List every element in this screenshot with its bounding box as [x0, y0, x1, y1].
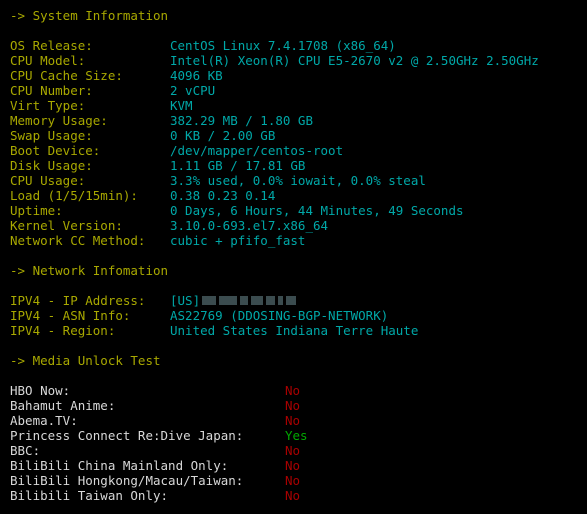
- media-unlock-row: BiliBili Hongkong/Macau/Taiwan: No: [10, 473, 587, 488]
- row-value: 3.10.0-693.el7.x86_64: [170, 218, 329, 233]
- redaction-block: [266, 296, 276, 305]
- system-info-row: Kernel Version: 3.10.0-693.el7.x86_64: [10, 218, 587, 233]
- redaction-block: [219, 296, 238, 305]
- system-info-row: Disk Usage: 1.11 GB / 17.81 GB: [10, 158, 587, 173]
- network-information-list: IPV4 - ASN Info: AS22769 (DDOSING-BGP-NET…: [10, 308, 587, 338]
- system-info-row: CPU Usage: 3.3% used, 0.0% iowait, 0.0% s…: [10, 173, 587, 188]
- row-value: 382.29 MB / 1.80 GB: [170, 113, 313, 128]
- row-value: No: [285, 398, 301, 413]
- redacted-ip-blocks: [202, 296, 297, 305]
- row-value: AS22769 (DDOSING-BGP-NETWORK): [170, 308, 389, 323]
- section-header-network: -> Network Infomation: [10, 263, 169, 278]
- terminal-screen[interactable]: -> System Information OS Release: CentOS …: [0, 0, 587, 514]
- row-value: No: [285, 383, 301, 398]
- system-info-row: Load (1/5/15min): 0.38 0.23 0.14: [10, 188, 587, 203]
- row-label: IPV4 - ASN Info:: [10, 308, 131, 323]
- redaction-block: [286, 296, 297, 305]
- network-row-ip-address: IPV4 - IP Address: [US]: [10, 293, 587, 308]
- redaction-block: [202, 296, 217, 305]
- system-info-row: Network CC Method: cubic + pfifo_fast: [10, 233, 587, 248]
- row-label: BiliBili Hongkong/Macau/Taiwan:: [10, 473, 244, 488]
- redaction-block: [251, 296, 264, 305]
- row-value: 0 KB / 2.00 GB: [170, 128, 276, 143]
- media-unlock-row: BBC: No: [10, 443, 587, 458]
- row-label: Swap Usage:: [10, 128, 93, 143]
- row-label: Load (1/5/15min):: [10, 188, 138, 203]
- row-value: No: [285, 473, 301, 488]
- system-info-row: Swap Usage: 0 KB / 2.00 GB: [10, 128, 587, 143]
- row-value: 3.3% used, 0.0% iowait, 0.0% steal: [170, 173, 426, 188]
- row-value: No: [285, 413, 301, 428]
- row-label: CPU Usage:: [10, 173, 86, 188]
- system-info-row: Virt Type: KVM: [10, 98, 587, 113]
- row-value: No: [285, 443, 301, 458]
- media-unlock-row: Princess Connect Re:Dive Japan: Yes: [10, 428, 587, 443]
- row-label: Bahamut Anime:: [10, 398, 116, 413]
- row-label: Network CC Method:: [10, 233, 146, 248]
- row-value: No: [285, 458, 301, 473]
- row-value: 0.38 0.23 0.14: [170, 188, 276, 203]
- row-value: Yes: [285, 428, 308, 443]
- system-info-row: Memory Usage: 382.29 MB / 1.80 GB: [10, 113, 587, 128]
- row-value: KVM: [170, 98, 193, 113]
- media-unlock-row: BiliBili China Mainland Only: No: [10, 458, 587, 473]
- system-information-list: OS Release: CentOS Linux 7.4.1708 (x86_64…: [10, 38, 587, 248]
- section-header-system: -> System Information: [10, 8, 169, 23]
- row-label: CPU Cache Size:: [10, 68, 123, 83]
- row-value: 2 vCPU: [170, 83, 216, 98]
- row-label: IPV4 - Region:: [10, 323, 116, 338]
- media-unlock-row: Abema.TV: No: [10, 413, 587, 428]
- row-value: Intel(R) Xeon(R) CPU E5-2670 v2 @ 2.50GH…: [170, 53, 539, 68]
- redaction-block: [240, 296, 249, 305]
- row-label: Abema.TV:: [10, 413, 78, 428]
- ip-address-value: [US]: [170, 293, 297, 308]
- redaction-block: [278, 296, 284, 305]
- system-info-row: CPU Number: 2 vCPU: [10, 83, 587, 98]
- system-info-row: OS Release: CentOS Linux 7.4.1708 (x86_64…: [10, 38, 587, 53]
- system-info-row: CPU Model: Intel(R) Xeon(R) CPU E5-2670 v…: [10, 53, 587, 68]
- media-unlock-row: Bilibili Taiwan Only: No: [10, 488, 587, 503]
- ip-country-code: [US]: [170, 293, 201, 308]
- row-value: 4096 KB: [170, 68, 223, 83]
- network-info-row: IPV4 - ASN Info: AS22769 (DDOSING-BGP-NET…: [10, 308, 587, 323]
- row-label: HBO Now:: [10, 383, 71, 398]
- row-value: 0 Days, 6 Hours, 44 Minutes, 49 Seconds: [170, 203, 464, 218]
- row-value: /dev/mapper/centos-root: [170, 143, 344, 158]
- row-value: United States Indiana Terre Haute: [170, 323, 419, 338]
- system-info-row: Boot Device: /dev/mapper/centos-root: [10, 143, 587, 158]
- media-unlock-test-list: HBO Now: No Bahamut Anime: No Abema.TV: No Pri…: [10, 383, 587, 503]
- media-unlock-row: Bahamut Anime: No: [10, 398, 587, 413]
- row-value: No: [285, 488, 301, 503]
- row-label: CPU Model:: [10, 53, 86, 68]
- network-info-row: IPV4 - Region: United States Indiana Terr…: [10, 323, 587, 338]
- row-value: 1.11 GB / 17.81 GB: [170, 158, 306, 173]
- row-label: CPU Number:: [10, 83, 93, 98]
- row-label: BiliBili China Mainland Only:: [10, 458, 229, 473]
- system-info-row: Uptime: 0 Days, 6 Hours, 44 Minutes, 49 S…: [10, 203, 587, 218]
- row-label: Disk Usage:: [10, 158, 93, 173]
- row-label: IPV4 - IP Address:: [10, 293, 146, 308]
- section-header-media: -> Media Unlock Test: [10, 353, 161, 368]
- row-label: OS Release:: [10, 38, 93, 53]
- row-value: CentOS Linux 7.4.1708 (x86_64): [170, 38, 396, 53]
- row-label: Boot Device:: [10, 143, 101, 158]
- row-label: BBC:: [10, 443, 41, 458]
- row-label: Princess Connect Re:Dive Japan:: [10, 428, 244, 443]
- row-label: Bilibili Taiwan Only:: [10, 488, 169, 503]
- row-label: Uptime:: [10, 203, 63, 218]
- media-unlock-row: HBO Now: No: [10, 383, 587, 398]
- row-label: Kernel Version:: [10, 218, 123, 233]
- row-label: Virt Type:: [10, 98, 86, 113]
- row-label: Memory Usage:: [10, 113, 108, 128]
- system-info-row: CPU Cache Size: 4096 KB: [10, 68, 587, 83]
- row-value: cubic + pfifo_fast: [170, 233, 306, 248]
